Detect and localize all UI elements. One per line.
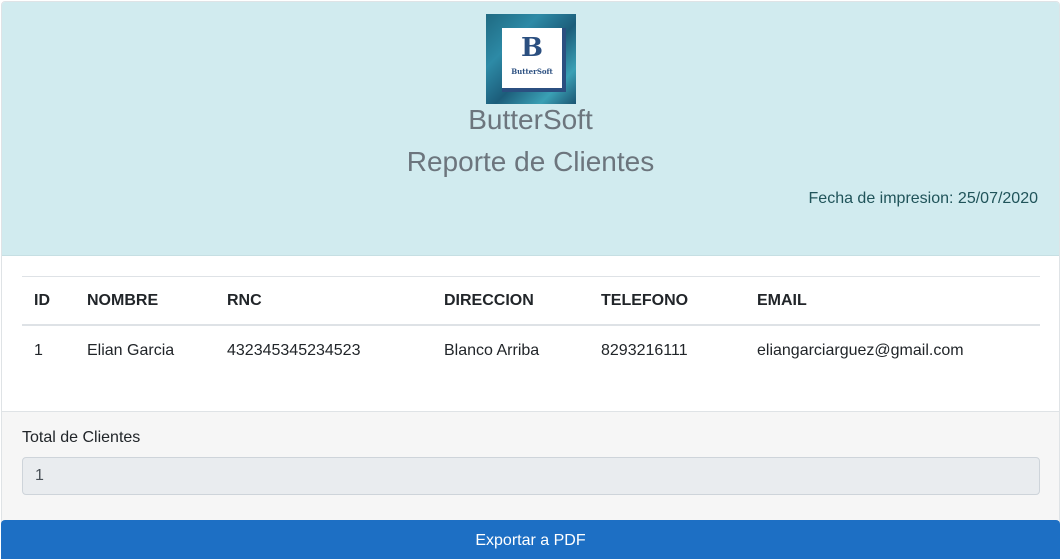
column-header-nombre: NOMBRE xyxy=(75,276,215,326)
column-header-id: ID xyxy=(22,276,75,326)
column-header-telefono: TELEFONO xyxy=(589,276,745,326)
cell-direccion: Blanco Arriba xyxy=(444,342,540,359)
clients-table: ID NOMBRE RNC DIRECCION TELEFONO EMAIL 1… xyxy=(22,276,1040,376)
company-logo: B ButterSoft xyxy=(486,14,576,104)
company-name: ButterSoft xyxy=(468,104,593,135)
column-header-rnc: RNC xyxy=(215,276,432,326)
cell-telefono: 8293216111 xyxy=(601,342,688,359)
table-header-row: ID NOMBRE RNC DIRECCION TELEFONO EMAIL xyxy=(22,276,1040,326)
column-header-direccion: DIRECCION xyxy=(432,276,589,326)
report-title: Reporte de Clientes xyxy=(406,146,655,177)
report-header: B ButterSoft ButterSoft Reporte de Clien… xyxy=(2,2,1059,256)
logo-badge: B ButterSoft xyxy=(502,28,566,92)
cell-rnc: 432345345234523 xyxy=(227,342,361,359)
cell-nombre: Elian Garcia xyxy=(87,342,175,359)
total-clients-label: Total de Clientes xyxy=(22,429,141,446)
report-card: B ButterSoft ButterSoft Reporte de Clien… xyxy=(1,1,1060,557)
logo-wordmark: ButterSoft xyxy=(511,67,553,76)
cell-email: eliangarciarguez@gmail.com xyxy=(757,342,964,359)
clients-table-wrap: ID NOMBRE RNC DIRECCION TELEFONO EMAIL 1… xyxy=(22,276,1040,376)
export-pdf-button[interactable]: Exportar a PDF xyxy=(1,520,1060,559)
cell-id: 1 xyxy=(34,342,43,359)
total-clients-field[interactable]: 1 xyxy=(22,457,1040,495)
logo-letter: B xyxy=(521,33,543,63)
table-row: 1 Elian Garcia 432345345234523 Blanco Ar… xyxy=(22,325,1040,376)
print-date: Fecha de impresion: 25/07/2020 xyxy=(808,190,1038,207)
column-header-email: EMAIL xyxy=(745,276,1040,326)
